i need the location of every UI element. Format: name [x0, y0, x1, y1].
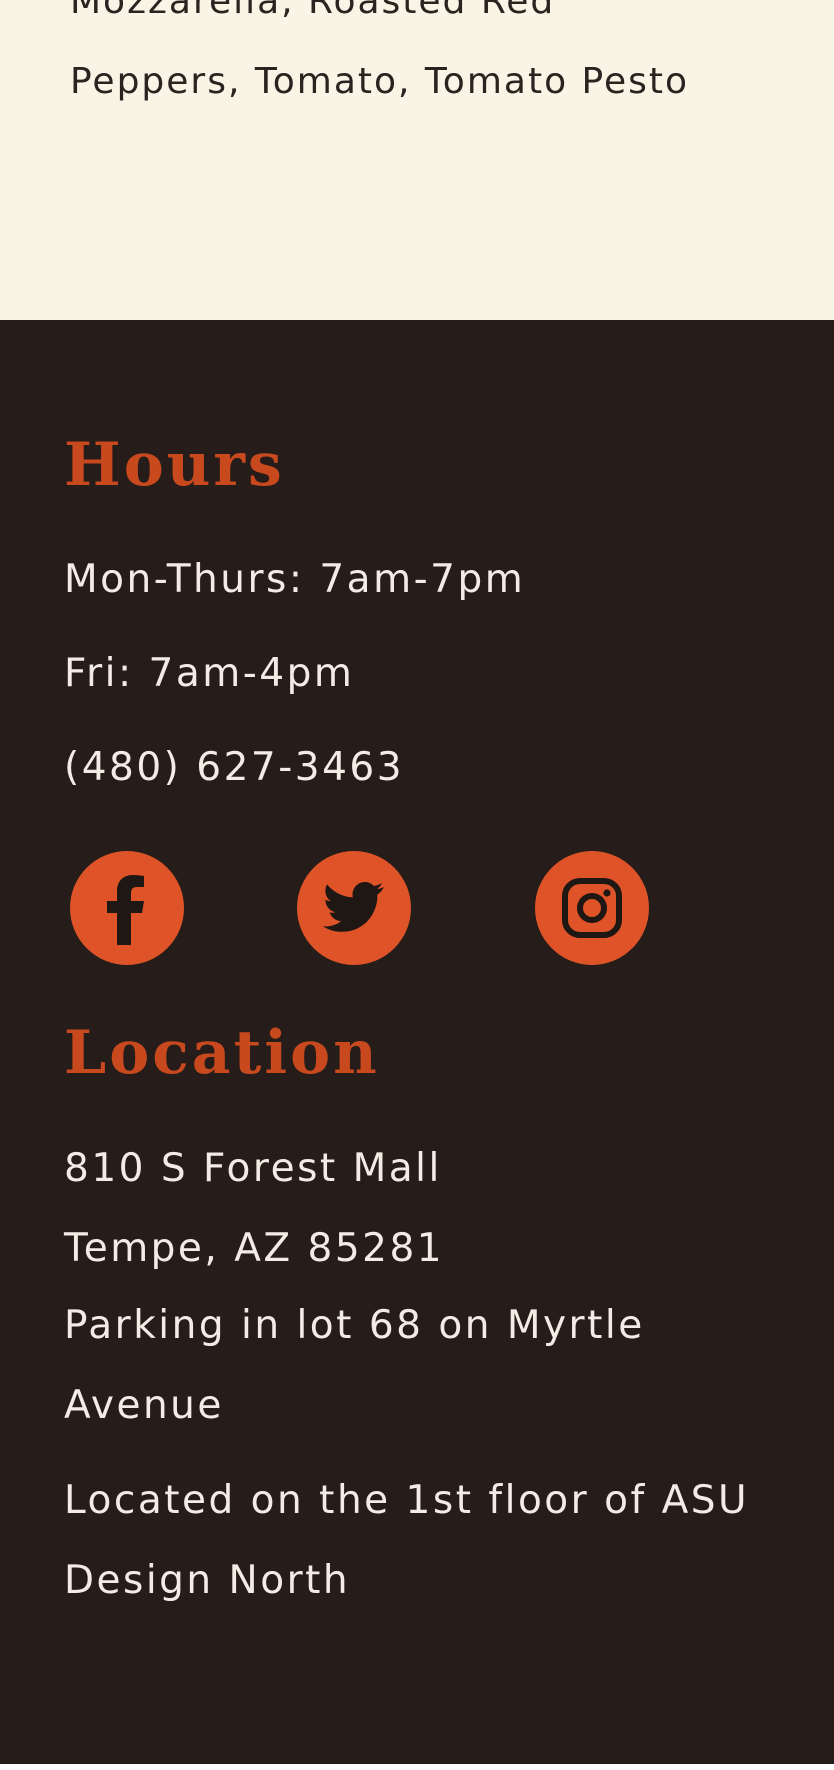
address-street: 810 S Forest Mall: [64, 1146, 442, 1191]
hours-friday: Fri: 7am-4pm: [64, 651, 355, 696]
menu-item-description: Mozzarella, Roasted Red Peppers, Tomato,…: [70, 0, 690, 102]
instagram-icon: [560, 876, 624, 940]
menu-item-card: Mozzarella, Roasted Red Peppers, Tomato,…: [0, 0, 834, 320]
twitter-icon: [322, 881, 386, 935]
floor-info: Located on the 1st floor of ASU Design N…: [64, 1478, 750, 1603]
parking-info: Parking in lot 68 on Myrtle Avenue: [64, 1303, 645, 1428]
page-bottom-edge: [0, 1764, 834, 1770]
hours-weekdays: Mon-Thurs: 7am-7pm: [64, 557, 526, 602]
phone-number: (480) 627-3463: [64, 745, 405, 790]
facebook-link[interactable]: [70, 851, 184, 965]
facebook-icon: [97, 871, 157, 945]
site-footer: Hours Mon-Thurs: 7am-7pm Fri: 7am-4pm (4…: [0, 320, 834, 1764]
hours-heading: Hours: [64, 430, 285, 500]
twitter-link[interactable]: [297, 851, 411, 965]
location-heading: Location: [64, 1018, 380, 1088]
address-city: Tempe, AZ 85281: [64, 1226, 445, 1271]
instagram-link[interactable]: [535, 851, 649, 965]
